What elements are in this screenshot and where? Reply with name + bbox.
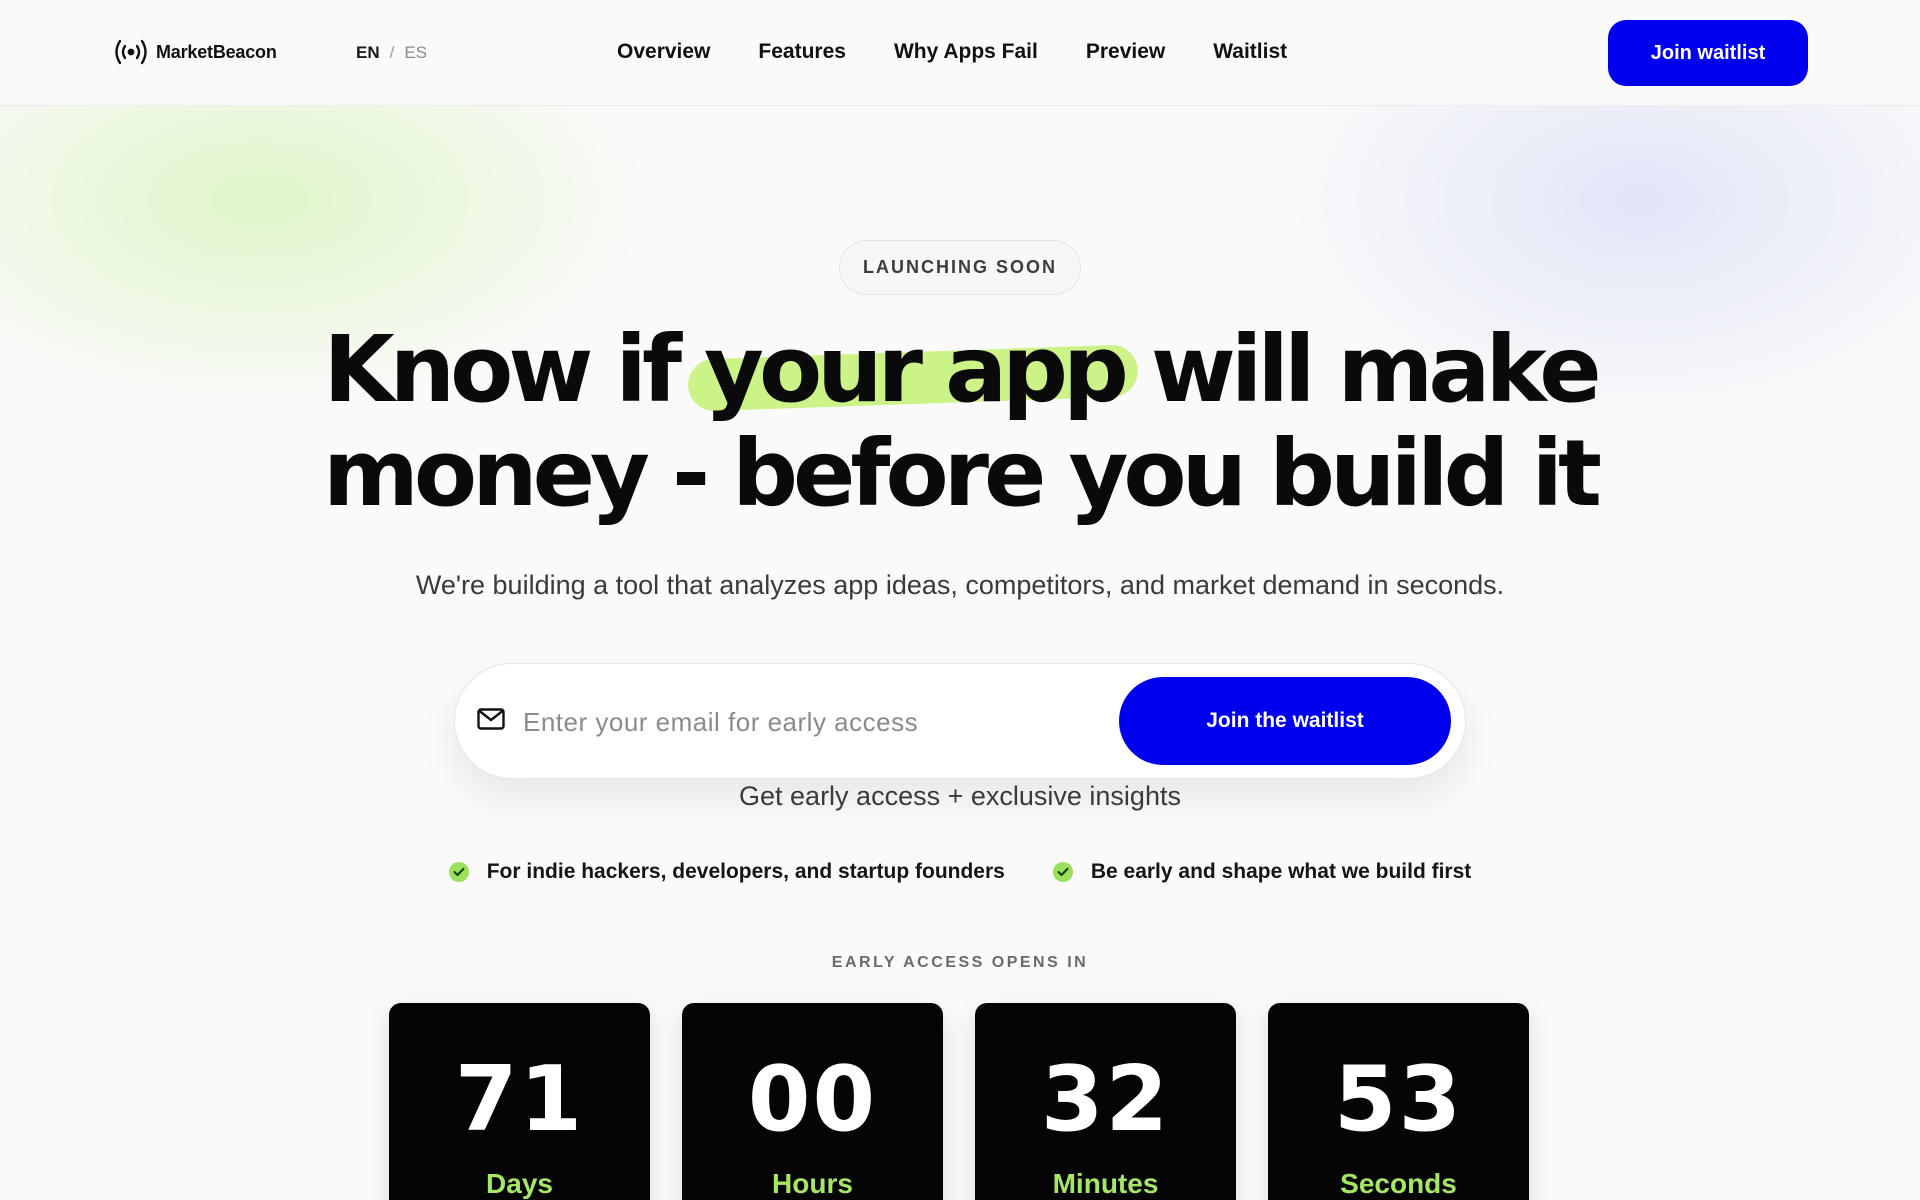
headline-post: will make: [1150, 316, 1602, 423]
hero-headline: Know if your app will make money - befor…: [0, 318, 1920, 526]
countdown-timer: 71 Days 00 Hours 32 Minutes 53 Seconds: [389, 1003, 1529, 1200]
nav-preview[interactable]: Preview: [1086, 40, 1165, 64]
countdown-value: 32: [1040, 1047, 1171, 1152]
check-icon: [448, 862, 469, 882]
countdown-days: 71 Days: [389, 1003, 650, 1200]
headline-highlight-text: your app: [704, 316, 1129, 423]
countdown-minutes: 32 Minutes: [975, 1003, 1236, 1200]
countdown-value: 00: [747, 1047, 878, 1152]
join-waitlist-button[interactable]: Join waitlist: [1608, 20, 1808, 86]
waitlist-form: Join the waitlist: [454, 663, 1466, 779]
mail-icon: [477, 708, 505, 730]
countdown-seconds: 53 Seconds: [1268, 1003, 1529, 1200]
hero-subtitle: We're building a tool that analyzes app …: [415, 570, 1505, 600]
countdown-hours: 00 Hours: [682, 1003, 943, 1200]
main-menu: Overview Features Why Apps Fail Preview …: [617, 40, 1287, 64]
nav-features[interactable]: Features: [758, 40, 846, 64]
countdown-unit: Hours: [772, 1168, 853, 1199]
brand-logo[interactable]: MarketBeacon: [110, 36, 277, 68]
nav-waitlist[interactable]: Waitlist: [1213, 40, 1287, 64]
countdown-value: 71: [454, 1047, 585, 1152]
brand-name: MarketBeacon: [156, 41, 277, 62]
countdown-label: EARLY ACCESS OPENS IN: [831, 954, 1089, 971]
headline-line-1: Know if your app will make: [0, 318, 1920, 422]
launching-soon-badge: LAUNCHING SOON: [839, 240, 1081, 295]
benefit-item: For indie hackers, developers, and start…: [448, 860, 1005, 884]
headline-pre: Know if: [323, 316, 682, 423]
benefit-text: For indie hackers, developers, and start…: [486, 860, 1005, 883]
headline-line-2: money - before you build it: [323, 420, 1602, 527]
countdown-unit: Seconds: [1340, 1168, 1457, 1199]
language-switcher: EN / ES: [356, 43, 427, 63]
benefit-item: Be early and shape what we build first: [1052, 860, 1472, 884]
headline-highlight: your app: [704, 316, 1129, 423]
lang-separator: /: [389, 43, 395, 62]
lang-en[interactable]: EN: [356, 43, 380, 63]
landing-page: MarketBeacon EN / ES Overview Features W…: [0, 0, 1920, 1200]
nav-overview[interactable]: Overview: [617, 40, 710, 64]
benefits-list: For indie hackers, developers, and start…: [0, 860, 1920, 884]
email-input[interactable]: [521, 694, 1085, 750]
join-the-waitlist-button[interactable]: Join the waitlist: [1119, 677, 1451, 765]
broadcast-icon: [115, 39, 147, 65]
countdown-unit: Days: [486, 1168, 553, 1199]
benefit-text: Be early and shape what we build first: [1090, 860, 1472, 883]
form-note: Get early access + exclusive insights: [739, 781, 1181, 811]
countdown-unit: Minutes: [1052, 1168, 1159, 1199]
nav-why-apps-fail[interactable]: Why Apps Fail: [894, 40, 1038, 64]
check-icon: [1052, 862, 1073, 882]
top-nav: MarketBeacon EN / ES Overview Features W…: [0, 0, 1920, 106]
lang-es[interactable]: ES: [404, 43, 427, 63]
countdown-value: 53: [1333, 1047, 1464, 1152]
